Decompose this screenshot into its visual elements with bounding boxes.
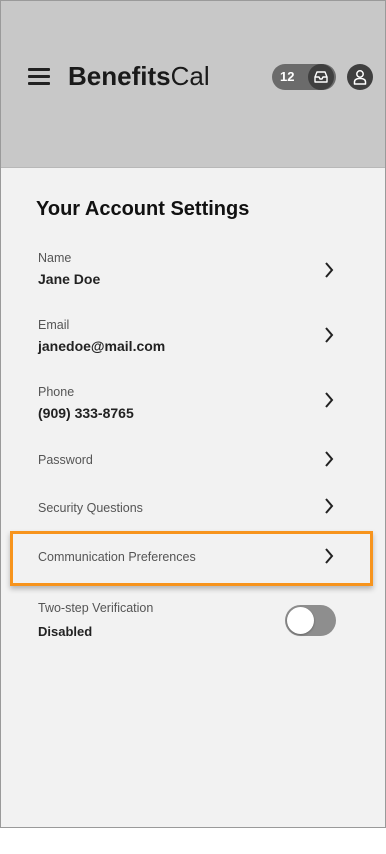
name-label: Name [38, 251, 72, 265]
chevron-right-icon [325, 451, 334, 467]
email-label: Email [38, 318, 70, 332]
page-title: Your Account Settings [36, 198, 250, 220]
user-icon[interactable] [347, 64, 373, 90]
settings-row-name[interactable]: Name Jane Doe [1, 251, 385, 295]
chevron-right-icon [325, 548, 334, 564]
two-step-verification-status: Disabled [38, 624, 93, 639]
app-header: BenefitsCal 12 [1, 1, 385, 168]
security-questions-label: Security Questions [38, 501, 143, 515]
brand-light: Cal [170, 61, 210, 91]
phone-label: Phone [38, 385, 75, 399]
toggle-knob [287, 607, 314, 634]
settings-row-phone[interactable]: Phone (909) 333-8765 [1, 385, 385, 429]
two-step-verification-toggle[interactable] [285, 605, 336, 636]
brand-logo[interactable]: BenefitsCal [68, 61, 210, 91]
chevron-right-icon [325, 262, 334, 278]
name-value: Jane Doe [38, 271, 101, 287]
email-value: janedoe@mail.com [38, 338, 166, 354]
app-frame: BenefitsCal 12 Your Account Settings Nam… [0, 0, 386, 828]
hamburger-menu-icon[interactable] [28, 66, 50, 86]
settings-row-email[interactable]: Email janedoe@mail.com [1, 318, 385, 362]
notification-count: 12 [280, 69, 295, 84]
communication-preferences-label: Communication Preferences [38, 550, 196, 564]
phone-value: (909) 333-8765 [38, 405, 134, 421]
chevron-right-icon [325, 327, 334, 343]
settings-row-communication-preferences[interactable]: Communication Preferences [1, 546, 385, 570]
chevron-right-icon [325, 498, 334, 514]
settings-row-security-questions[interactable]: Security Questions [1, 497, 385, 521]
chevron-right-icon [325, 392, 334, 408]
notifications-button[interactable]: 12 [272, 64, 336, 90]
password-label: Password [38, 453, 93, 467]
two-step-verification-label: Two-step Verification [38, 601, 154, 615]
inbox-icon [308, 64, 334, 90]
brand-bold: Benefits [68, 61, 171, 91]
settings-row-password[interactable]: Password [1, 449, 385, 473]
